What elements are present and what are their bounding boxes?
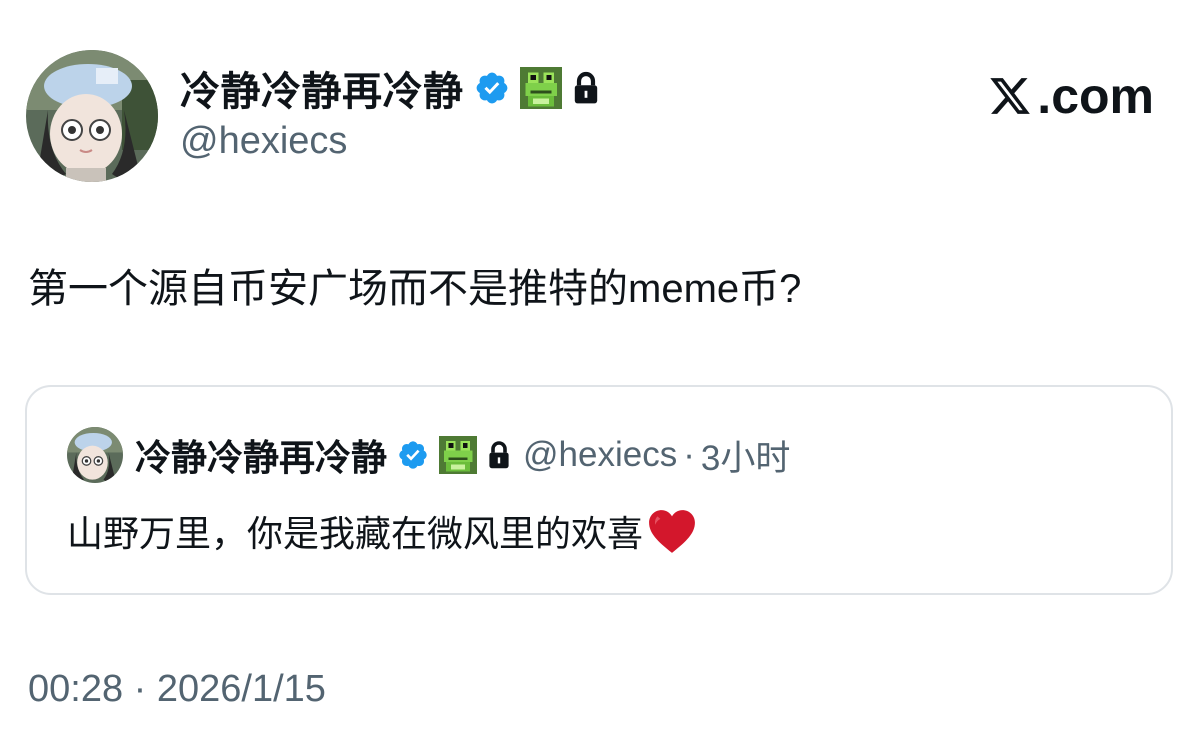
brand-text: .com bbox=[1037, 68, 1154, 124]
frog-emoji-icon bbox=[439, 436, 478, 474]
quoted-separator: · bbox=[683, 435, 695, 474]
avatar-image bbox=[67, 427, 123, 483]
quoted-handle[interactable]: @hexiecs bbox=[523, 435, 677, 475]
frog-emoji-icon bbox=[519, 67, 562, 109]
quoted-text: 山野万里，你是我藏在微风里的欢喜 bbox=[67, 513, 644, 554]
author-display-name[interactable]: 冷静冷静再冷静 bbox=[180, 59, 464, 117]
quoted-time[interactable]: 3小时 bbox=[701, 430, 790, 481]
timestamp-separator: · bbox=[133, 668, 147, 710]
verified-badge-icon[interactable] bbox=[474, 70, 510, 106]
x-logo-icon bbox=[987, 74, 1033, 118]
quoted-display-name[interactable]: 冷静冷静再冷静 bbox=[135, 429, 387, 481]
post-timestamp[interactable]: 00:28 · 2026/1/15 bbox=[28, 668, 326, 711]
author-avatar[interactable] bbox=[26, 50, 158, 182]
timestamp-time: 00:28 bbox=[28, 668, 124, 710]
post-text: 第一个源自币安广场而不是推特的meme币? bbox=[28, 267, 802, 311]
quoted-post-card[interactable]: 冷静冷静再冷静 @hexiecs · 3小时 山野万里，你是我藏在微风里的欢喜 bbox=[25, 385, 1173, 595]
quoted-author-avatar[interactable] bbox=[67, 427, 123, 483]
timestamp-date: 2026/1/15 bbox=[156, 668, 326, 710]
avatar-image bbox=[26, 50, 158, 182]
lock-icon bbox=[572, 71, 600, 105]
brand-watermark: .com bbox=[987, 66, 1154, 126]
author-name-row: 冷静冷静再冷静 bbox=[180, 62, 600, 114]
lock-icon bbox=[487, 440, 511, 470]
verified-badge-icon[interactable] bbox=[397, 439, 429, 471]
quoted-header: 冷静冷静再冷静 @hexiecs · 3小时 bbox=[135, 431, 790, 479]
author-handle[interactable]: @hexiecs bbox=[180, 120, 347, 163]
quoted-text-row: 山野万里，你是我藏在微风里的欢喜 bbox=[67, 505, 697, 557]
red-heart-emoji-icon bbox=[647, 508, 697, 554]
